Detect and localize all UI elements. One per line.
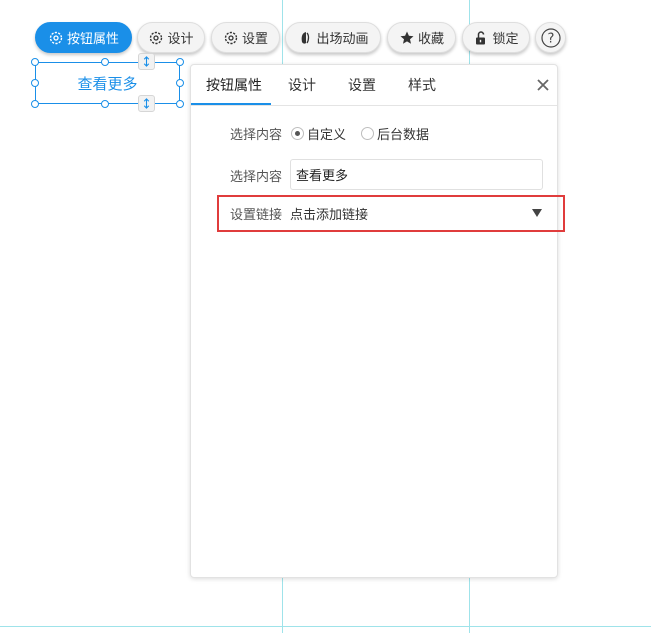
content-text-input[interactable]: [290, 159, 543, 190]
toolbar-button-settings[interactable]: 设置: [211, 22, 280, 53]
radio-dot-selected: [291, 127, 304, 140]
selection-handle[interactable]: [176, 100, 184, 108]
tab-style[interactable]: 样式: [408, 75, 436, 95]
toolbar-button-label: 设置: [241, 32, 268, 47]
toolbar-button-label: 收藏: [417, 32, 444, 47]
active-tab-indicator: [191, 103, 271, 105]
toolbar-button-label: 出场动画: [316, 32, 369, 47]
radio-custom-label: 自定义: [307, 128, 347, 143]
panel-tabs: 按钮属性 设计 设置 样式: [191, 65, 557, 106]
radio-backend-label: 后台数据: [377, 128, 430, 143]
selection-handle[interactable]: [31, 100, 39, 108]
selection-handle[interactable]: [101, 100, 109, 108]
content-text-label: 选择内容: [230, 170, 283, 185]
selection-handle[interactable]: [176, 58, 184, 66]
toolbar-button-label: 设计: [167, 32, 194, 47]
toolbar-button-animation[interactable]: 出场动画: [285, 22, 381, 53]
radio-custom[interactable]: 自定义: [291, 124, 346, 143]
animation-icon: [297, 30, 313, 46]
toolbar-button-favorite[interactable]: 收藏: [387, 22, 456, 53]
star-icon: [399, 30, 415, 46]
radio-dot: [361, 127, 374, 140]
content-source-label: 选择内容: [230, 128, 283, 143]
selection-handle[interactable]: [31, 79, 39, 87]
tab-button-properties[interactable]: 按钮属性: [206, 75, 262, 95]
selected-canvas-button[interactable]: 查看更多: [35, 62, 180, 104]
selection-handle[interactable]: [176, 79, 184, 87]
toolbar-button-lock[interactable]: 锁定: [462, 22, 530, 53]
tab-settings[interactable]: 设置: [348, 75, 376, 95]
toolbar-button-properties[interactable]: 按钮属性: [35, 22, 132, 53]
selection-handle[interactable]: [31, 58, 39, 66]
resize-vertical-icon[interactable]: [138, 95, 155, 112]
toolbar-button-help[interactable]: ?: [535, 22, 566, 53]
toolbar-button-design[interactable]: 设计: [137, 22, 205, 53]
gear-icon: [48, 30, 64, 46]
radio-backend-data[interactable]: 后台数据: [361, 124, 429, 143]
help-label: ?: [547, 31, 554, 46]
guide-line-horizontal: [0, 626, 651, 627]
toolbar-button-label: 按钮属性: [66, 32, 119, 47]
help-icon: ?: [540, 27, 561, 48]
selection-handle[interactable]: [101, 58, 109, 66]
toolbar-button-label: 锁定: [492, 32, 519, 47]
gear-icon: [148, 30, 164, 46]
tab-design[interactable]: 设计: [288, 75, 316, 95]
highlight-box: [217, 195, 565, 232]
selected-button-text: 查看更多: [77, 74, 138, 93]
unlock-icon: [473, 30, 489, 46]
resize-vertical-icon[interactable]: [138, 53, 155, 70]
close-icon[interactable]: [533, 75, 553, 95]
gear-icon: [223, 30, 239, 46]
